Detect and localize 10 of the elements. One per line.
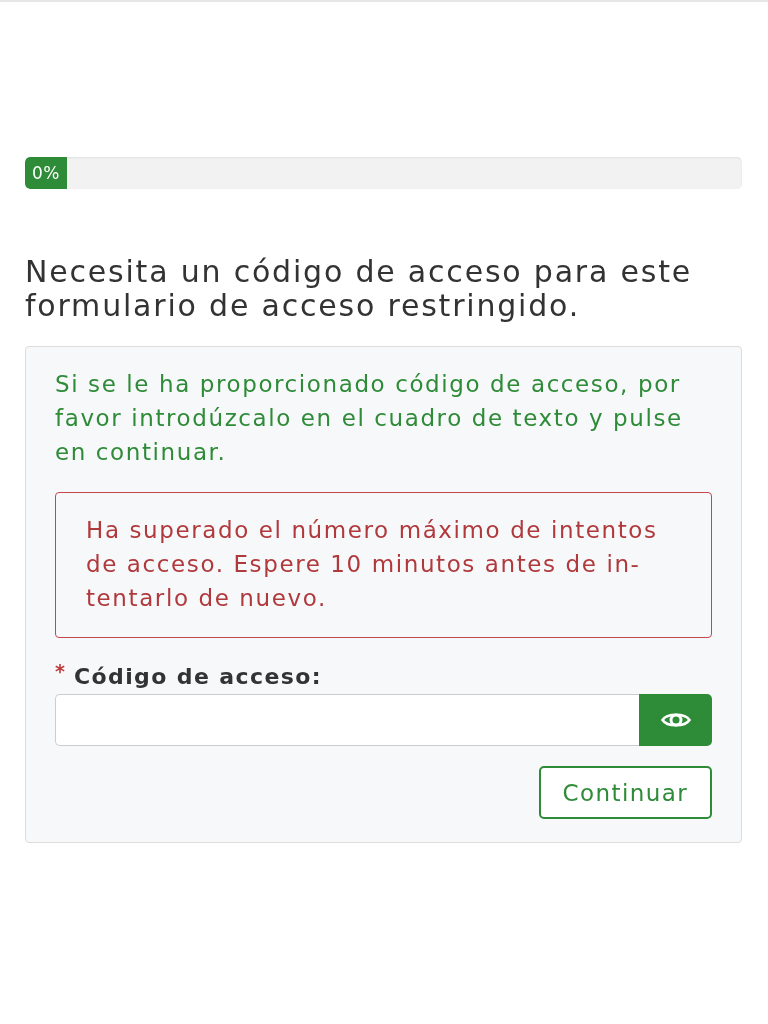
progress-label: 0% [32, 163, 60, 183]
field-label: Código de acceso: [73, 663, 322, 691]
continue-button[interactable]: Continuar [538, 766, 712, 819]
instructions-text: Si se le ha proporcionado código de acceso, por favor introdúzcalo en el cuadro de texto y pulse en continuar. [55, 370, 684, 467]
page-heading: Necesita un código de acceso para este formulario de acceso restringido. [25, 255, 693, 323]
show-password-button[interactable] [639, 694, 712, 746]
required-mark: * [55, 660, 65, 682]
error-message: Ha superado el número máximo de intentos de acceso. Espere 10 minutos antes de in-tentarlo de nuevo. [86, 516, 659, 613]
access-code-input[interactable] [55, 694, 639, 746]
eye-icon [660, 710, 691, 730]
